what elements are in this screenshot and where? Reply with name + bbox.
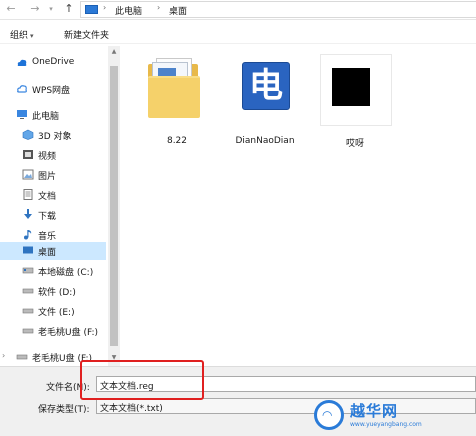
nav-item-drive-e[interactable]: 文件 (E:) — [0, 302, 106, 320]
video-icon — [23, 150, 33, 159]
cloud-icon — [17, 85, 27, 93]
nav-item-downloads[interactable]: 下载 — [0, 206, 106, 224]
new-folder-button[interactable]: 新建文件夹 — [64, 28, 109, 41]
nav-label: 本地磁盘 (C:) — [38, 268, 94, 278]
organize-label: 组织 — [10, 31, 29, 41]
nav-label: 视频 — [38, 152, 57, 162]
command-bar: 组织 ▾ 新建文件夹 — [0, 22, 476, 44]
file-item-folder[interactable]: 8.22 — [134, 54, 220, 156]
music-icon — [24, 230, 32, 240]
nav-label: 3D 对象 — [38, 132, 72, 142]
nav-item-documents[interactable]: 文档 — [0, 186, 106, 204]
nav-label: OneDrive — [32, 57, 75, 67]
file-item-image[interactable]: 哎呀 — [312, 54, 398, 156]
scrollbar-thumb[interactable] — [110, 66, 118, 346]
address-bar: ← → ▾ ↑ › 此电脑 › 桌面 — [0, 0, 476, 20]
navigation-pane: OneDrive WPS网盘 此电脑 3D 对象 视频 图片 文档 下载 音乐 … — [0, 46, 108, 366]
wifi-icon: ◠ — [322, 408, 333, 422]
app-icon-char: 电 — [249, 66, 283, 106]
nav-item-usb-f[interactable]: 老毛桃U盘 (F:) — [0, 322, 106, 340]
usb-drive-icon — [22, 328, 34, 334]
nav-item-videos[interactable]: 视频 — [0, 146, 106, 164]
nav-scrollbar[interactable]: ▲ ▼ — [108, 46, 120, 366]
nav-label: 桌面 — [38, 248, 57, 258]
nav-label: 音乐 — [38, 232, 57, 242]
breadcrumb-this-pc[interactable]: 此电脑 — [115, 4, 142, 17]
nav-item-wps[interactable]: WPS网盘 — [0, 80, 106, 98]
nav-item-3d-objects[interactable]: 3D 对象 — [0, 126, 106, 144]
picture-icon — [22, 169, 34, 180]
file-item-app[interactable]: 电 DianNaoDian — [222, 54, 308, 156]
nav-item-drive-c[interactable]: 本地磁盘 (C:) — [0, 262, 106, 280]
watermark-url: www.yueyangbang.com — [350, 421, 422, 428]
scroll-up-icon[interactable]: ▲ — [110, 48, 118, 55]
cloud-icon — [17, 59, 27, 66]
file-name: 哎呀 — [345, 139, 364, 149]
chevron-right-icon: › — [103, 3, 107, 12]
folder-icon — [134, 54, 220, 132]
watermark-text: 越华网 — [350, 402, 399, 420]
nav-item-drive-d[interactable]: 软件 (D:) — [0, 282, 106, 300]
image-thumbnail — [312, 54, 398, 132]
nav-label: 下载 — [38, 212, 57, 222]
document-icon — [23, 189, 33, 200]
nav-label: 此电脑 — [32, 112, 60, 122]
organize-button[interactable]: 组织 ▾ — [10, 28, 34, 41]
file-name: DianNaoDian — [235, 136, 295, 146]
download-icon — [24, 209, 32, 219]
usb-drive-icon — [16, 354, 28, 360]
chevron-down-icon: ▾ — [30, 32, 34, 40]
nav-label: WPS网盘 — [32, 86, 71, 96]
nav-label: 图片 — [38, 172, 57, 182]
computer-icon — [17, 110, 27, 119]
chevron-right-icon: › — [157, 3, 161, 12]
chevron-right-icon[interactable]: › — [2, 351, 5, 360]
forward-arrow-icon[interactable]: → — [28, 2, 42, 16]
up-arrow-icon[interactable]: ↑ — [62, 2, 76, 16]
nav-label: 软件 (D:) — [38, 288, 76, 298]
filetype-label: 保存类型(T): — [38, 405, 90, 415]
recent-chevron-icon[interactable]: ▾ — [44, 2, 58, 16]
watermark: ◠ 越华网 www.yueyangbang.com — [310, 396, 470, 436]
nav-label: 老毛桃U盘 (F:) — [38, 328, 98, 338]
nav-label: 文件 (E:) — [38, 308, 75, 318]
drive-icon — [22, 288, 34, 294]
nav-item-onedrive[interactable]: OneDrive — [0, 54, 106, 72]
address-field[interactable]: › 此电脑 › 桌面 — [80, 1, 476, 18]
nav-item-this-pc[interactable]: 此电脑 — [0, 106, 106, 124]
drive-icon — [22, 267, 34, 274]
back-arrow-icon[interactable]: ← — [4, 2, 18, 16]
app-icon: 电 — [222, 54, 308, 132]
file-list: 8.22 电 DianNaoDian 哎呀 — [120, 46, 476, 366]
highlight-box — [80, 360, 204, 400]
file-name: 8.22 — [166, 136, 188, 146]
computer-icon — [85, 5, 98, 14]
nav-label: 文档 — [38, 192, 57, 202]
breadcrumb-desktop[interactable]: 桌面 — [169, 4, 187, 17]
drive-icon — [22, 308, 34, 314]
desktop-icon — [23, 246, 33, 254]
nav-item-pictures[interactable]: 图片 — [0, 166, 106, 184]
nav-item-desktop[interactable]: 桌面 — [0, 242, 106, 260]
cube-icon — [22, 129, 34, 140]
